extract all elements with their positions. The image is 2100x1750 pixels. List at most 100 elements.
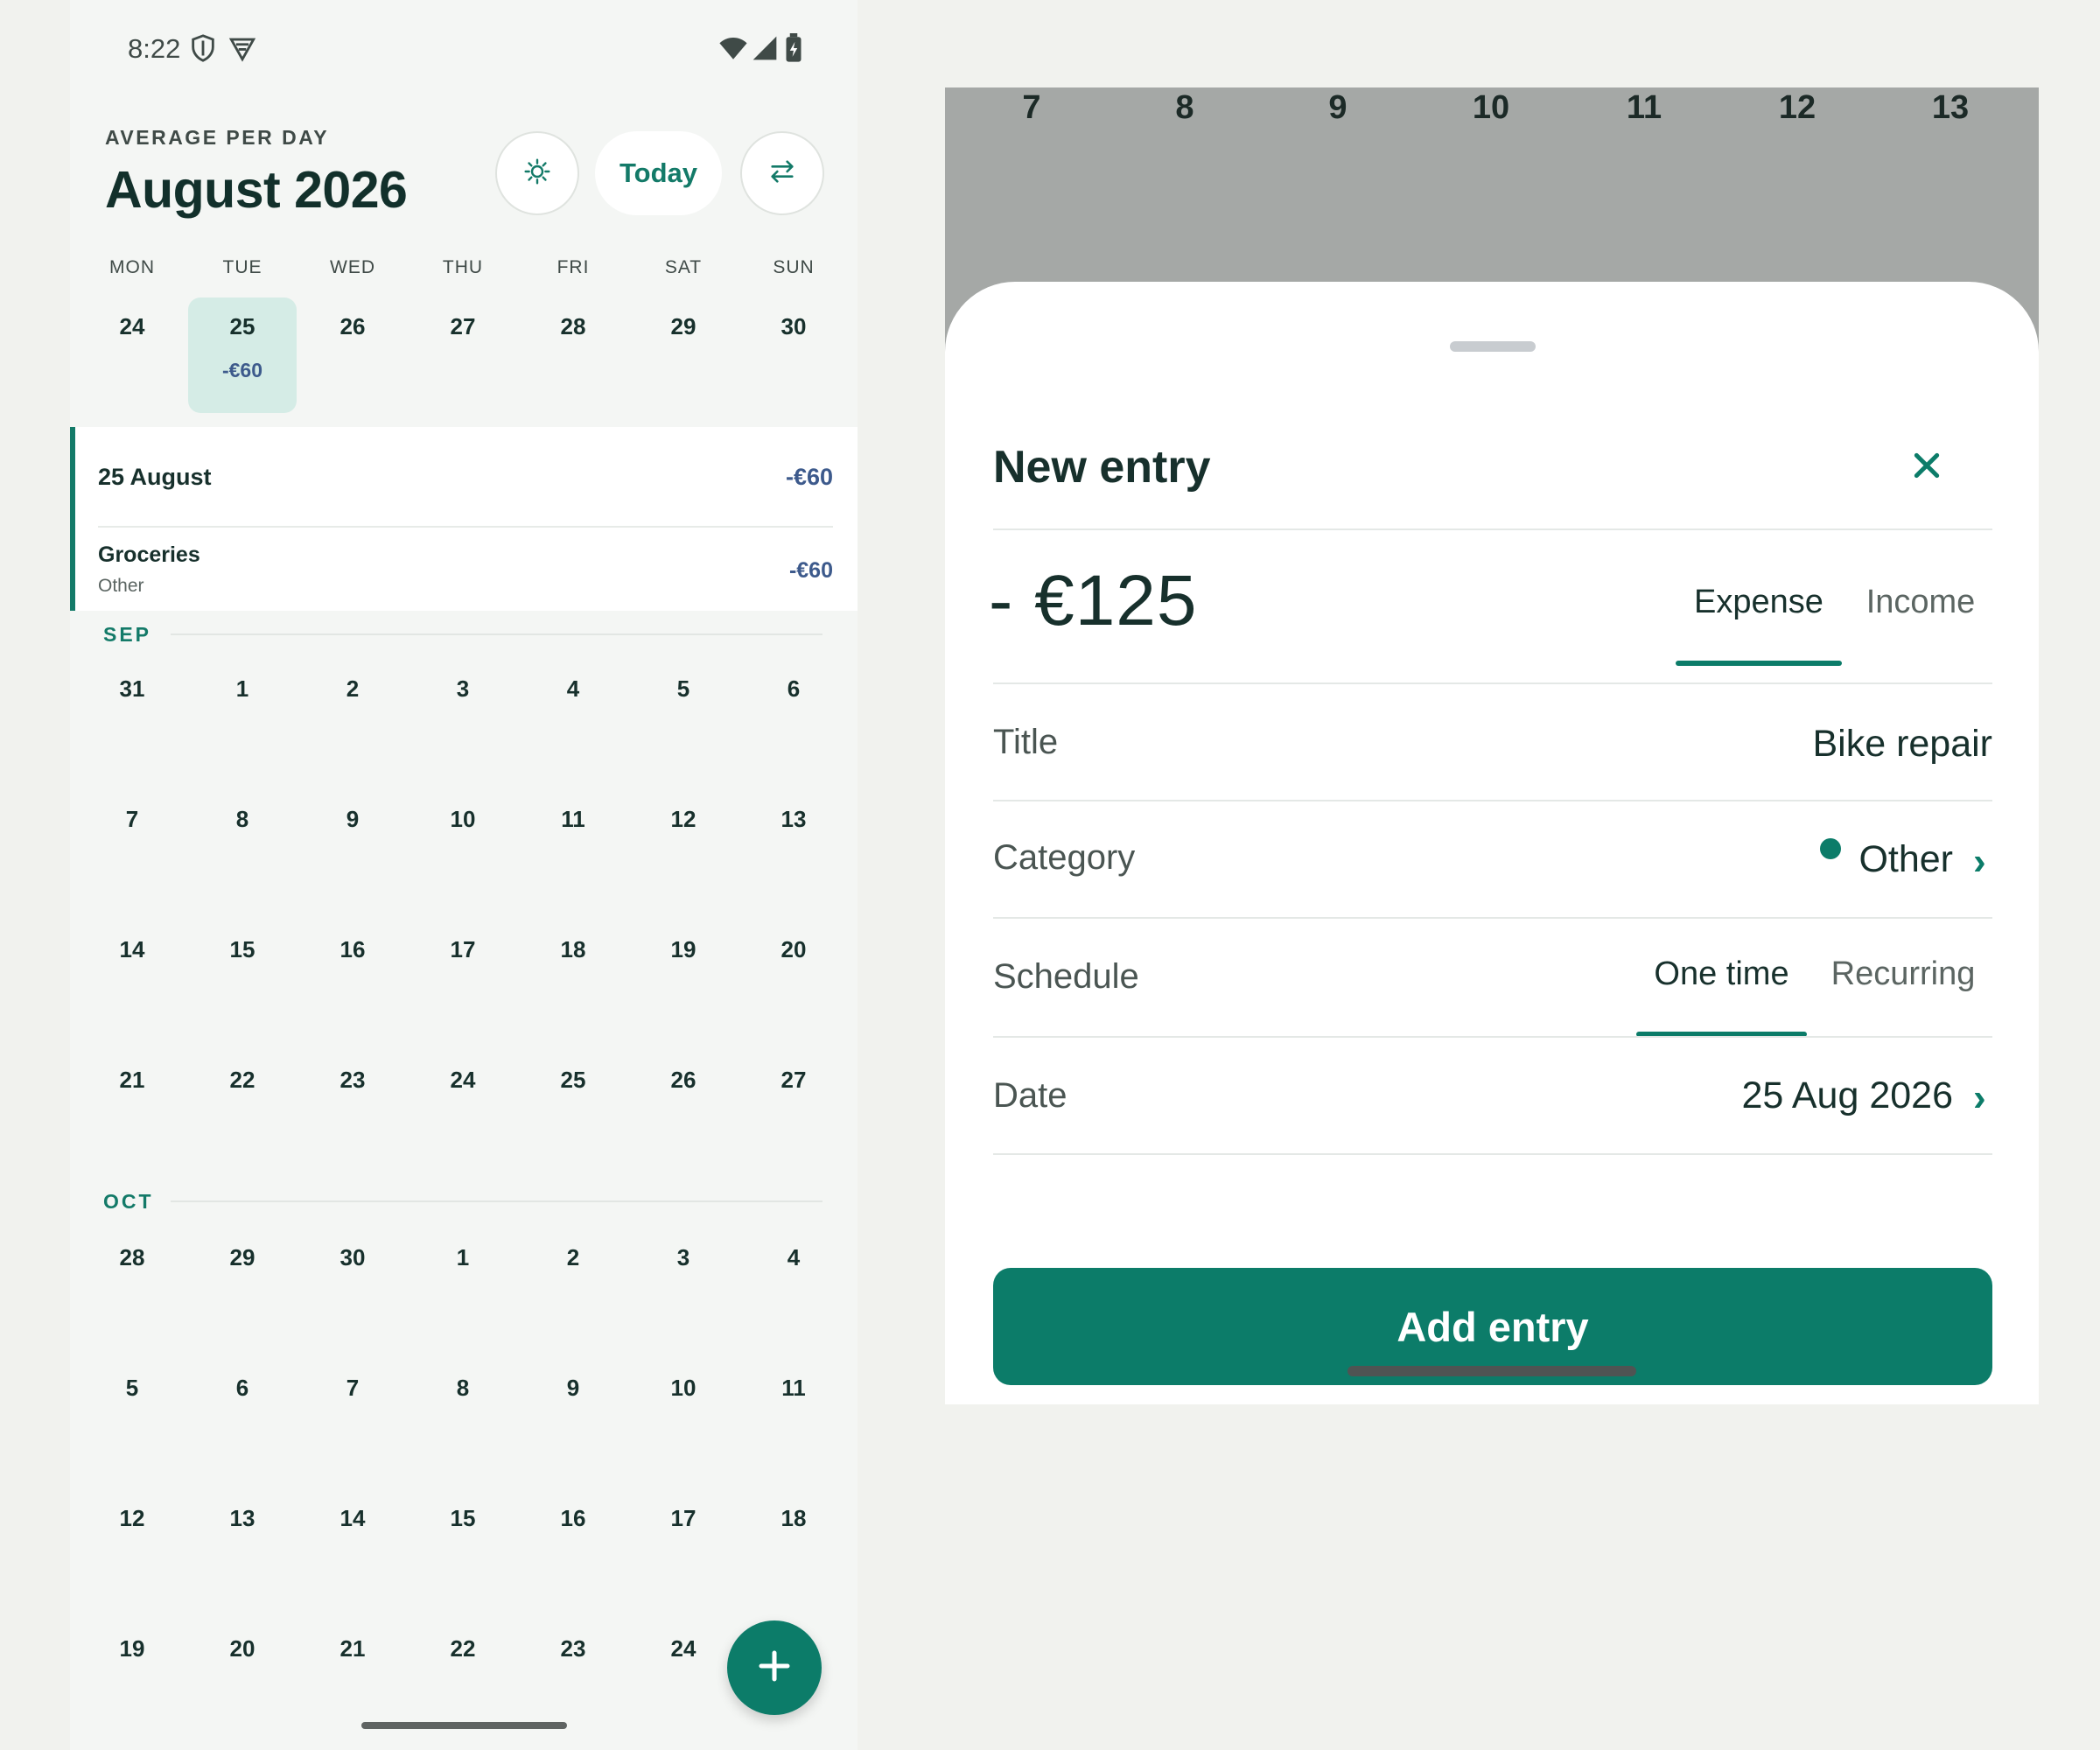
day-cell[interactable]: 18 [521, 936, 626, 963]
theme-toggle-button[interactable] [495, 131, 579, 215]
day-cell[interactable]: 13 [190, 1505, 295, 1532]
day-cell[interactable]: 17 [631, 1505, 736, 1532]
schedule-recurring-tab[interactable]: Recurring [1816, 956, 1991, 993]
sheet-drag-handle[interactable] [1450, 341, 1536, 352]
day-cell[interactable]: 24 [631, 1635, 736, 1662]
day-cell[interactable]: 16 [521, 1505, 626, 1532]
detail-accent-bar [70, 427, 75, 611]
day-cell[interactable]: 5 [631, 676, 736, 703]
day-cell[interactable]: 31 [80, 676, 185, 703]
today-button[interactable]: Today [595, 131, 722, 215]
month-divider [171, 634, 822, 635]
calendar-screen: 8:22 AVERAGE PER DAY August 2026 Today M… [70, 0, 858, 1750]
type-expense-tab[interactable]: Expense [1676, 584, 1842, 621]
day-cell[interactable]: 9 [300, 806, 405, 833]
category-color-dot [1820, 838, 1841, 859]
day-cell[interactable]: 5 [80, 1375, 185, 1402]
swap-icon [767, 157, 797, 191]
day-cell[interactable]: 10 [631, 1375, 736, 1402]
day-cell[interactable]: 17 [410, 936, 515, 963]
add-entry-fab[interactable] [727, 1620, 822, 1715]
type-selected-indicator [1676, 661, 1842, 666]
day-cell[interactable]: 1 [190, 676, 295, 703]
close-icon [1909, 448, 1944, 487]
day-cell[interactable]: 2 [300, 676, 405, 703]
weekday-mon: MON [109, 257, 155, 277]
day-cell[interactable]: 13 [741, 806, 846, 833]
day-cell[interactable]: 3 [631, 1244, 736, 1271]
day-cell[interactable]: 6 [190, 1375, 295, 1402]
day-cell[interactable]: 25 [521, 1067, 626, 1094]
divider [993, 1036, 1992, 1038]
month-label-oct: OCT [103, 1190, 154, 1213]
day-cell[interactable]: 15 [190, 936, 295, 963]
day-cell[interactable]: 29 [631, 313, 736, 340]
weekday-fri: FRI [556, 257, 590, 277]
entry-amount: -€60 [788, 558, 833, 583]
type-income-tab[interactable]: Income [1851, 584, 1991, 621]
day-cell[interactable]: 21 [80, 1067, 185, 1094]
day-cell[interactable]: 12 [80, 1505, 185, 1532]
day-cell[interactable]: 23 [521, 1635, 626, 1662]
day-cell[interactable]: 9 [521, 1375, 626, 1402]
plus-icon [757, 1648, 792, 1688]
month-title: August 2026 [105, 161, 408, 219]
day-cell[interactable]: 24 [80, 313, 185, 340]
day-cell[interactable]: 26 [631, 1067, 736, 1094]
day-cell[interactable]: 14 [300, 1505, 405, 1532]
day-cell[interactable]: 15 [410, 1505, 515, 1532]
background-day: 11 [1626, 89, 1662, 126]
day-cell[interactable]: 18 [741, 1505, 846, 1532]
selected-day-amount: -€60 [221, 359, 263, 382]
day-cell[interactable]: 30 [741, 313, 846, 340]
day-cell[interactable]: 6 [741, 676, 846, 703]
day-cell[interactable]: 4 [741, 1244, 846, 1271]
detail-date: 25 August [98, 464, 212, 490]
day-cell[interactable]: 7 [300, 1375, 405, 1402]
day-cell[interactable]: 20 [741, 936, 846, 963]
day-cell[interactable]: 22 [190, 1067, 295, 1094]
day-cell[interactable]: 26 [300, 313, 405, 340]
sheet-title: New entry [993, 442, 1211, 493]
day-cell[interactable]: 30 [300, 1244, 405, 1271]
day-cell[interactable]: 29 [190, 1244, 295, 1271]
day-cell[interactable]: 20 [190, 1635, 295, 1662]
day-cell[interactable]: 4 [521, 676, 626, 703]
day-cell[interactable]: 19 [80, 1635, 185, 1662]
month-divider [171, 1200, 822, 1202]
day-cell[interactable]: 11 [521, 806, 626, 833]
weekday-sun: SUN [773, 257, 815, 277]
swap-view-button[interactable] [740, 131, 824, 215]
day-cell[interactable]: 3 [410, 676, 515, 703]
background-day: 13 [1931, 89, 1970, 126]
day-cell[interactable]: 8 [190, 806, 295, 833]
day-cell[interactable]: 23 [300, 1067, 405, 1094]
day-cell[interactable]: 28 [80, 1244, 185, 1271]
day-cell[interactable]: 11 [741, 1375, 846, 1402]
schedule-one-time-tab[interactable]: One time [1636, 956, 1807, 993]
day-cell[interactable]: 27 [410, 313, 515, 340]
day-cell[interactable]: 2 [521, 1244, 626, 1271]
divider [993, 800, 1992, 802]
status-time: 8:22 [128, 33, 181, 64]
amount-input[interactable]: - €125 [989, 560, 1198, 642]
day-cell[interactable]: 28 [521, 313, 626, 340]
day-cell[interactable]: 7 [80, 806, 185, 833]
day-cell-selected[interactable]: 25 [190, 313, 295, 340]
day-cell[interactable]: 19 [631, 936, 736, 963]
signal-icon [751, 33, 780, 63]
day-cell[interactable]: 1 [410, 1244, 515, 1271]
day-cell[interactable]: 21 [300, 1635, 405, 1662]
day-cell[interactable]: 10 [410, 806, 515, 833]
day-cell[interactable]: 24 [410, 1067, 515, 1094]
day-cell[interactable]: 22 [410, 1635, 515, 1662]
divider [993, 917, 1992, 919]
day-cell[interactable]: 27 [741, 1067, 846, 1094]
close-button[interactable] [1899, 439, 1955, 495]
day-cell[interactable]: 12 [631, 806, 736, 833]
day-cell[interactable]: 16 [300, 936, 405, 963]
day-cell[interactable]: 8 [410, 1375, 515, 1402]
category-label: Category [993, 838, 1136, 877]
title-value[interactable]: Bike repair [1812, 723, 1992, 766]
day-cell[interactable]: 14 [80, 936, 185, 963]
